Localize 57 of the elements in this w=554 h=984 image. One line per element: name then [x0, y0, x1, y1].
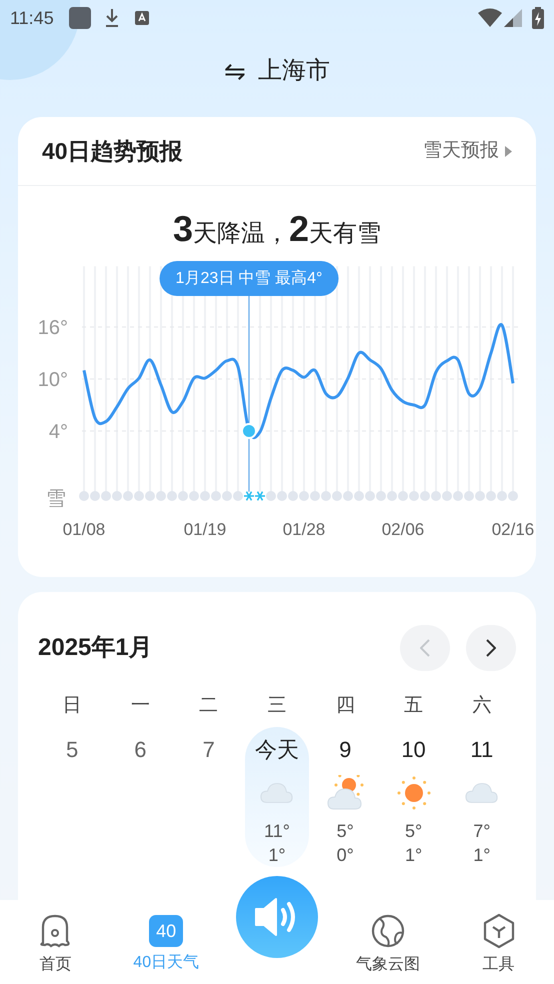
- nav-tab[interactable]: 工具: [443, 900, 554, 984]
- y-axis-label: 4°: [48, 421, 68, 444]
- city-name[interactable]: 上海市: [258, 53, 330, 89]
- sun-behind-cloud-icon: [326, 774, 364, 810]
- weekday-label: 二: [199, 694, 218, 718]
- x-axis-label: 02/16: [492, 520, 534, 539]
- sun-icon: [396, 776, 431, 810]
- high-temperature: 5°: [404, 820, 422, 842]
- date-tooltip: 1月23日 中雪 最高4°: [160, 261, 338, 296]
- high-temperature: 11°: [264, 820, 290, 842]
- high-temperature: 7°: [473, 820, 490, 842]
- next-month-button[interactable]: [466, 625, 516, 671]
- status-time: 11:45: [10, 6, 54, 30]
- calendar-icon: 40: [149, 915, 184, 947]
- signal-icon: [504, 9, 522, 27]
- day-cell[interactable]: 6: [108, 726, 173, 866]
- card-title: 40日趋势预报: [42, 136, 183, 166]
- day-cell[interactable]: 今天 11° 1°: [244, 726, 310, 866]
- weekday-label: 四: [336, 694, 355, 718]
- day-cell[interactable]: 9 5° 0°: [313, 726, 378, 866]
- snow-forecast-link[interactable]: 雪天预报: [423, 136, 512, 166]
- battery-icon: [532, 7, 544, 29]
- weekday-label: 六: [472, 694, 492, 718]
- selected-point: [241, 423, 257, 440]
- chevron-right-icon: [486, 639, 496, 657]
- high-temperature: 5°: [336, 820, 354, 842]
- x-axis-label: 01/08: [62, 520, 106, 539]
- previous-month-button[interactable]: [400, 625, 450, 671]
- globe-icon: [370, 913, 406, 949]
- y-axis-label: 16°: [38, 316, 68, 339]
- low-temperature: 0°: [336, 844, 354, 866]
- day-cell[interactable]: 7: [176, 726, 241, 866]
- trend-headline: 3天降温，2天有雪: [172, 212, 382, 251]
- y-axis-label: 10°: [38, 369, 68, 391]
- nav-tab[interactable]: 首页: [0, 900, 111, 984]
- low-temperature: 1°: [268, 844, 286, 866]
- app-icon: [68, 6, 92, 30]
- day-cell[interactable]: 11 7° 1°: [450, 726, 514, 866]
- month-title: 2025年1月: [38, 633, 153, 663]
- nav-tab[interactable]: 气象云图: [332, 900, 444, 984]
- keyboard-icon: [134, 10, 150, 26]
- weekday-label: 三: [267, 694, 286, 718]
- day-cell[interactable]: 10 5° 1°: [381, 726, 446, 866]
- snow-row-label: 雪: [46, 488, 66, 510]
- download-icon: [104, 8, 120, 28]
- weekday-label: 一: [130, 694, 150, 718]
- low-temperature: 1°: [473, 844, 490, 866]
- weekday-label: 日: [62, 694, 82, 718]
- x-axis-label: 02/06: [382, 520, 424, 539]
- caret-icon: [505, 146, 512, 156]
- low-temperature: 1°: [404, 844, 422, 866]
- x-axis-label: 01/28: [282, 520, 326, 539]
- day-cell[interactable]: 5: [40, 726, 104, 866]
- x-axis-label: 01/19: [184, 520, 226, 539]
- wifi-icon: [478, 8, 502, 28]
- switch-city-icon[interactable]: ⇋: [224, 58, 246, 84]
- weekday-label: 五: [404, 694, 424, 718]
